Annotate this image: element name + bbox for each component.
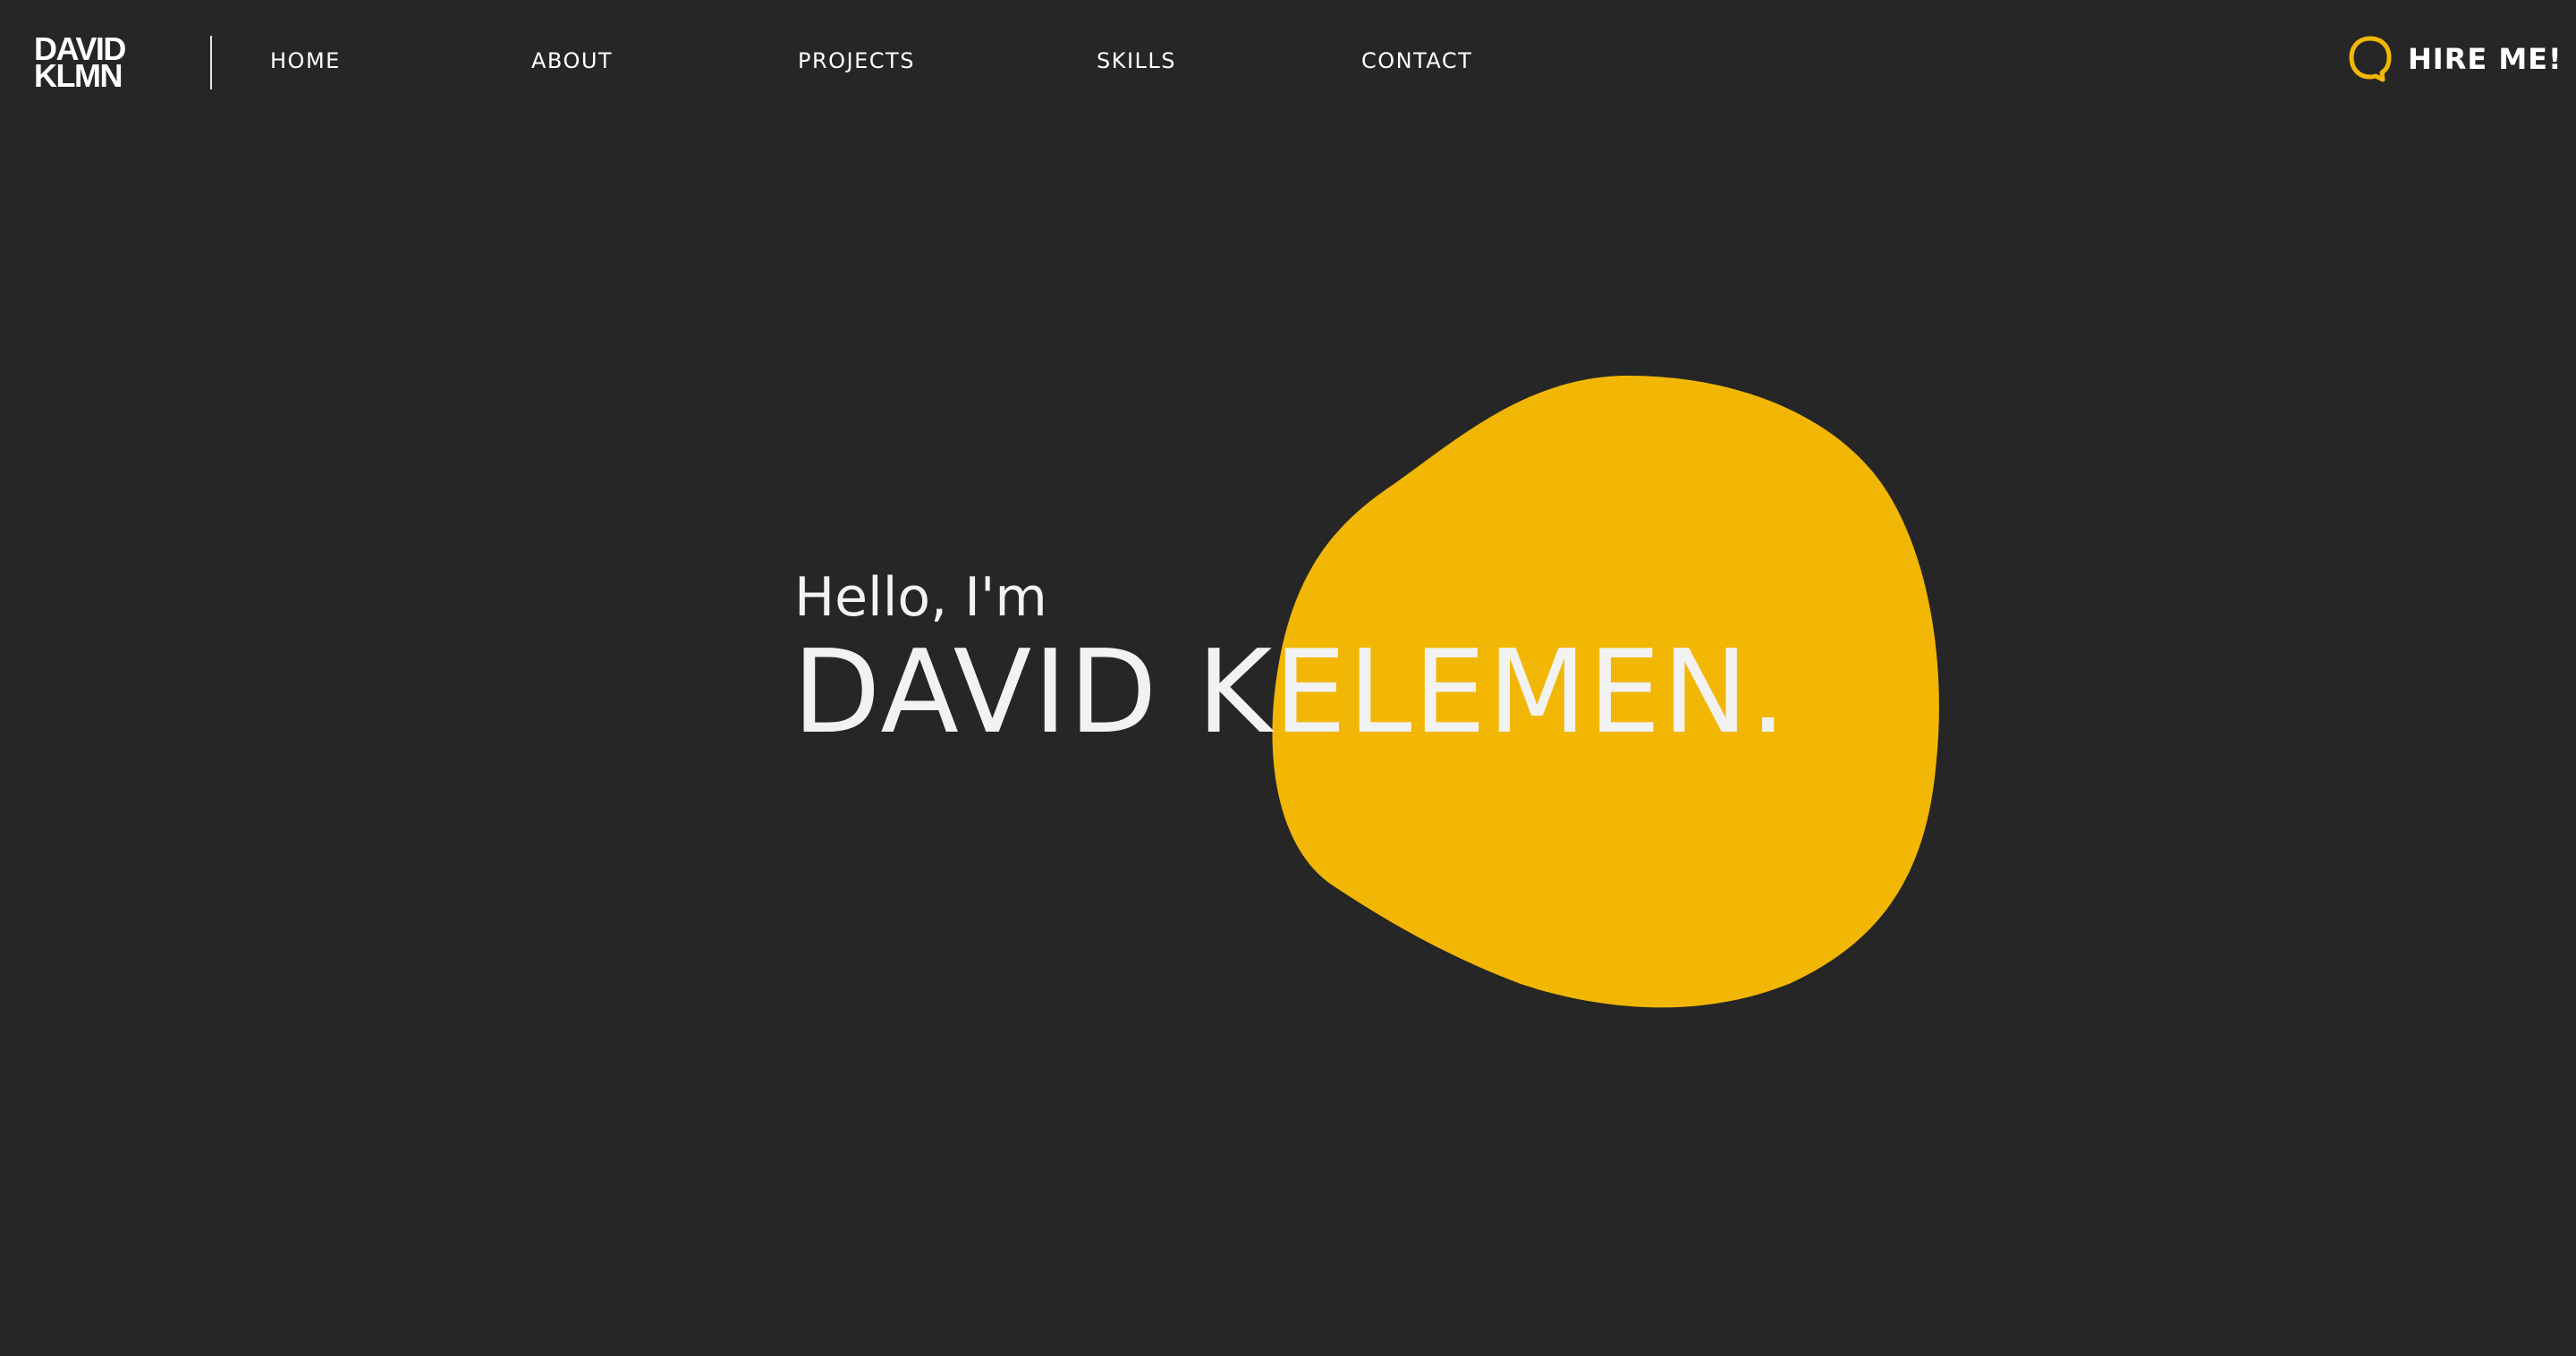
nav-projects[interactable]: PROJECTS xyxy=(798,48,915,73)
hire-me-label: HIRE ME! xyxy=(2408,42,2563,76)
hero-name: DAVID KELEMEN. xyxy=(792,626,1788,759)
nav-home[interactable]: HOME xyxy=(270,48,341,73)
logo-divider xyxy=(210,36,212,89)
nav-contact[interactable]: CONTACT xyxy=(1361,48,1472,73)
chat-bubble-icon xyxy=(2349,36,2392,82)
nav-skills[interactable]: SKILLS xyxy=(1097,48,1176,73)
nav-about[interactable]: ABOUT xyxy=(531,48,613,73)
hire-me-button[interactable]: HIRE ME! xyxy=(2347,34,2563,84)
page: DAVID KLMN HOME ABOUT PROJECTS SKILLS CO… xyxy=(0,0,2576,1356)
logo-line-2: KLMN xyxy=(34,57,123,94)
site-logo[interactable]: DAVID KLMN xyxy=(34,33,126,94)
hero-greeting: Hello, I'm xyxy=(794,566,1047,629)
